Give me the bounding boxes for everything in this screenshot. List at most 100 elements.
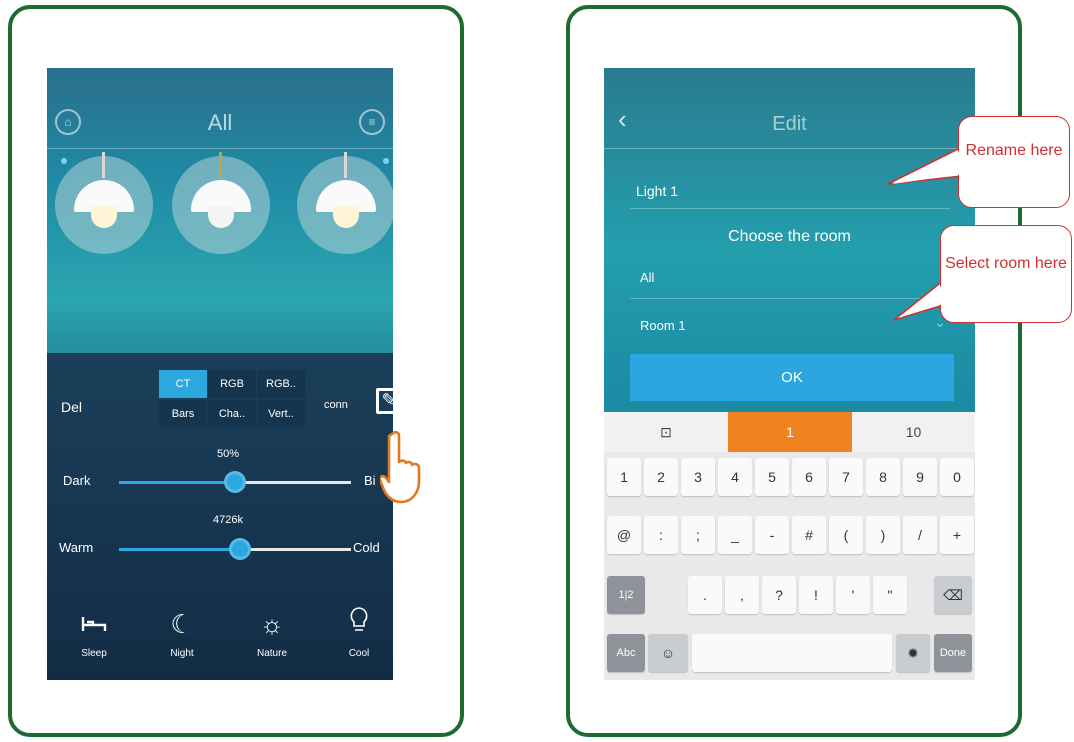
scene-label: Nature <box>256 648 287 659</box>
lamp-bulb-icon <box>208 206 234 228</box>
key-2[interactable]: . <box>688 576 722 614</box>
key-3[interactable]: 3 <box>681 458 715 496</box>
mode-vertical[interactable]: Vert.. <box>257 400 305 428</box>
lamp-cord <box>102 152 105 178</box>
key-7[interactable]: 7 <box>829 458 863 496</box>
scene-label: Sleep <box>81 648 107 659</box>
done-key[interactable]: Done <box>934 634 972 672</box>
selected-dot <box>61 158 67 164</box>
lamp-cord <box>344 152 347 178</box>
scene-sleep[interactable]: Sleep <box>59 606 129 659</box>
numeric-keyboard: ⊡ 1 10 1234567890 @:; _ - #() / + 1|2.,?! ' " ⌫ … <box>604 412 975 680</box>
field-underline <box>630 208 950 209</box>
brightness-slider[interactable] <box>119 471 351 493</box>
color-temp-value: 4726k <box>213 514 243 526</box>
key-8[interactable]: ) <box>866 516 900 554</box>
key-4[interactable]: 4 <box>718 458 752 496</box>
suggestion-other[interactable]: 10 <box>852 412 975 452</box>
key-5[interactable]: - <box>755 516 789 554</box>
divider <box>604 148 975 149</box>
scene-nature[interactable]: ☼ Nature <box>237 606 307 659</box>
room-option-all[interactable]: All <box>640 270 654 285</box>
abc-key[interactable]: Abc <box>607 634 645 672</box>
suggestion-clipboard[interactable]: ⊡ <box>604 412 728 452</box>
brightness-fill <box>119 481 235 484</box>
page-title: Edit <box>772 113 807 135</box>
bulb-icon <box>324 606 393 642</box>
mode-selector: CT RGB RGB.. Bars Cha.. Vert.. <box>159 370 305 432</box>
key-1[interactable]: @ <box>607 516 641 554</box>
edit-light-screen: ‹ Edit Light 1 Choose the room All Room … <box>604 68 975 680</box>
mode-chase[interactable]: Cha.. <box>208 400 256 428</box>
key-10[interactable]: 0 <box>940 458 974 496</box>
mode-bars[interactable]: Bars <box>159 400 207 428</box>
ok-button[interactable]: OK <box>630 354 954 401</box>
key-3[interactable]: ; <box>681 516 715 554</box>
key-9[interactable]: 9 <box>903 458 937 496</box>
key-1[interactable]: 1 <box>607 458 641 496</box>
sun-icon: ☼ <box>260 609 284 639</box>
light-name-field[interactable]: Light 1 <box>636 183 678 199</box>
key-7[interactable]: ( <box>829 516 863 554</box>
page-title: All <box>207 110 233 135</box>
key-6[interactable]: 6 <box>792 458 826 496</box>
mode-rgb[interactable]: RGB <box>208 370 256 398</box>
key-6[interactable]: ' <box>836 576 870 614</box>
rename-callout: Rename here <box>958 116 1070 208</box>
brightness-thumb[interactable] <box>224 471 246 493</box>
moon-icon: ☾ <box>170 609 194 639</box>
space-key[interactable] <box>692 634 892 672</box>
menu-icon[interactable]: ≡ <box>359 109 385 135</box>
lamp-cord <box>219 152 222 178</box>
divider <box>630 298 960 299</box>
color-temp-slider[interactable] <box>119 538 351 560</box>
key-7[interactable]: " <box>873 576 907 614</box>
color-temp-max-label: Cold <box>353 540 380 555</box>
key-2[interactable]: 2 <box>644 458 678 496</box>
key-5[interactable]: 5 <box>755 458 789 496</box>
mode-rgb-2[interactable]: RGB.. <box>257 370 305 398</box>
key-1[interactable]: 1|2 <box>607 576 645 614</box>
scene-night[interactable]: ☾ Night <box>147 606 217 659</box>
suggestion-selected[interactable]: 1 <box>728 412 852 452</box>
key-10[interactable]: + <box>940 516 974 554</box>
lamp-2[interactable] <box>172 152 270 254</box>
color-temp-fill <box>119 548 240 551</box>
light-control-screen: ⌂ All ≡ Del CT RGB RGB.. Bars Cha.. Vert… <box>47 68 393 680</box>
key-5[interactable]: ! <box>799 576 833 614</box>
lamp-3[interactable] <box>297 152 393 254</box>
scene-label: Night <box>170 648 194 659</box>
room-callout: Select room here <box>940 225 1072 323</box>
scene-label: Cool <box>348 648 370 659</box>
color-temp-min-label: Warm <box>59 540 94 555</box>
choose-room-label: Choose the room <box>728 228 851 245</box>
emoji-icon[interactable]: ☺ <box>648 634 688 672</box>
key-9[interactable]: / <box>903 516 937 554</box>
scene-cool[interactable]: Cool <box>324 606 393 659</box>
key-4[interactable]: ? <box>762 576 796 614</box>
connect-button[interactable]: conn <box>324 399 348 411</box>
key-6[interactable]: # <box>792 516 826 554</box>
room-option-1[interactable]: Room 1 <box>640 318 686 333</box>
key-3[interactable]: , <box>725 576 759 614</box>
brightness-min-label: Dark <box>63 473 91 488</box>
tap-hand-icon <box>380 430 421 504</box>
backspace-icon[interactable]: ⌫ <box>934 576 972 614</box>
lamp-bulb-icon <box>333 206 359 228</box>
lamp-bulb-icon <box>91 206 117 228</box>
bed-icon <box>59 606 129 642</box>
suggestion-bar: ⊡ 1 10 <box>604 412 975 452</box>
key-4[interactable]: _ <box>718 516 752 554</box>
lamp-1[interactable] <box>55 152 153 254</box>
brightness-value: 50% <box>216 448 240 460</box>
delete-button[interactable]: Del <box>61 399 82 415</box>
key-8[interactable]: 8 <box>866 458 900 496</box>
selected-dot <box>383 158 389 164</box>
brightness-max-label: Bi <box>364 473 376 488</box>
color-temp-thumb[interactable] <box>228 538 251 560</box>
settings-icon[interactable]: ✹ <box>896 634 930 672</box>
mode-ct[interactable]: CT <box>159 370 207 398</box>
divider <box>47 148 393 149</box>
key-2[interactable]: : <box>644 516 678 554</box>
edit-icon[interactable]: ✎ <box>376 388 402 414</box>
